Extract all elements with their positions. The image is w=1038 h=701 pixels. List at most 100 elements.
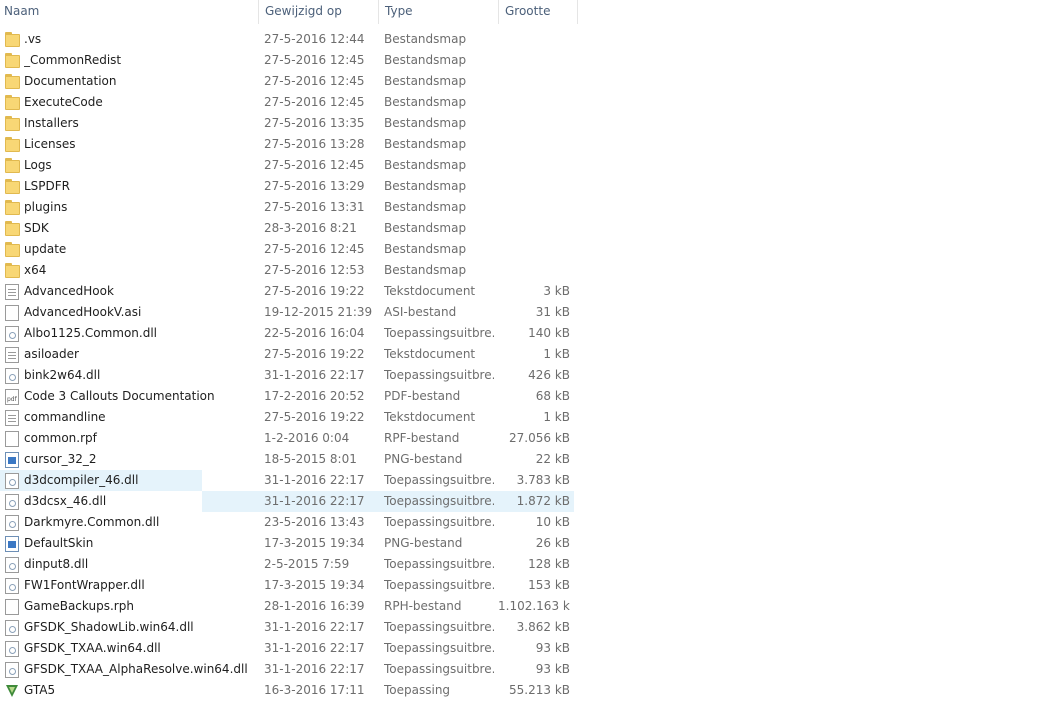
file-date-modified: 23-5-2016 13:43	[264, 515, 365, 529]
file-date-modified: 22-5-2016 16:04	[264, 326, 365, 340]
file-name: commandline	[24, 410, 106, 424]
file-name: GFSDK_TXAA_AlphaResolve.win64.dll	[24, 662, 248, 676]
file-row[interactable]: Code 3 Callouts Documentation 17-2-2016 2…	[0, 386, 1038, 407]
file-row[interactable]: cursor_32_2 18-5-2015 8:01 PNG-bestand 22 k…	[0, 449, 1038, 470]
file-row[interactable]: LSPDFR 27-5-2016 13:29 Bestandsmap	[0, 176, 1038, 197]
file-row[interactable]: commandline 27-5-2016 19:22 Tekstdocument 1…	[0, 407, 1038, 428]
file-icon-cell	[5, 176, 21, 197]
file-row[interactable]: x64 27-5-2016 12:53 Bestandsmap	[0, 260, 1038, 281]
file-row[interactable]: Darkmyre.Common.dll 23-5-2016 13:43 Toepas…	[0, 512, 1038, 533]
file-date-modified: 27-5-2016 13:35	[264, 116, 365, 130]
file-row[interactable]: GameBackups.rph 28-1-2016 16:39 RPH-bestan…	[0, 596, 1038, 617]
file-date-modified: 31-1-2016 22:17	[264, 494, 365, 508]
file-date-modified: 31-1-2016 22:17	[264, 473, 365, 487]
file-size: 55.213 kB	[509, 683, 570, 697]
file-name: common.rpf	[24, 431, 97, 445]
file-row[interactable]: bink2w64.dll 31-1-2016 22:17 Toepassingsui…	[0, 365, 1038, 386]
file-row[interactable]: asiloader 27-5-2016 19:22 Tekstdocument 1 k…	[0, 344, 1038, 365]
file-size	[498, 113, 570, 134]
file-type: Toepassingsuitbre...	[384, 578, 494, 592]
image-file-icon	[5, 536, 19, 552]
file-date-modified: 27-5-2016 12:45	[264, 53, 365, 67]
folder-icon	[5, 263, 20, 278]
file-row[interactable]: AdvancedHook 27-5-2016 19:22 Tekstdocument…	[0, 281, 1038, 302]
file-name: cursor_32_2	[24, 452, 97, 466]
file-type: Toepassingsuitbre...	[384, 557, 494, 571]
file-name: d3dcompiler_46.dll	[24, 473, 139, 487]
file-icon-cell	[5, 659, 21, 680]
file-row[interactable]: common.rpf 1-2-2016 0:04 RPF-bestand 27.056…	[0, 428, 1038, 449]
file-date-modified: 2-5-2015 7:59	[264, 557, 350, 571]
file-type: Bestandsmap	[384, 95, 467, 109]
file-icon	[5, 305, 19, 321]
file-row[interactable]: plugins 27-5-2016 13:31 Bestandsmap	[0, 197, 1038, 218]
folder-icon	[5, 53, 20, 68]
file-name: GameBackups.rph	[24, 599, 134, 613]
file-row[interactable]: Installers 27-5-2016 13:35 Bestandsmap	[0, 113, 1038, 134]
file-name: GFSDK_ShadowLib.win64.dll	[24, 620, 194, 634]
file-name: Darkmyre.Common.dll	[24, 515, 160, 529]
file-name: asiloader	[24, 347, 79, 361]
column-header-date[interactable]: Gewijzigd op	[258, 0, 378, 24]
file-row[interactable]: GFSDK_TXAA_AlphaResolve.win64.dll 31-1-20…	[0, 659, 1038, 680]
file-icon-cell	[5, 239, 21, 260]
file-row[interactable]: d3dcompiler_46.dll 31-1-2016 22:17 Toepass…	[0, 470, 1038, 491]
file-row[interactable]: GFSDK_TXAA.win64.dll 31-1-2016 22:17 Toepa…	[0, 638, 1038, 659]
folder-icon	[5, 200, 20, 215]
file-row[interactable]: FW1FontWrapper.dll 17-3-2015 19:34 Toepass…	[0, 575, 1038, 596]
file-row[interactable]: Documentation 27-5-2016 12:45 Bestandsmap	[0, 71, 1038, 92]
file-size: 426 kB	[528, 368, 570, 382]
file-row[interactable]: _CommonRedist 27-5-2016 12:45 Bestandsmap	[0, 50, 1038, 71]
file-name: GFSDK_TXAA.win64.dll	[24, 641, 161, 655]
file-name: SDK	[24, 221, 49, 235]
file-size: 68 kB	[535, 389, 570, 403]
file-type: Bestandsmap	[384, 137, 467, 151]
file-type: Toepassingsuitbre...	[384, 494, 494, 508]
file-date-modified: 27-5-2016 19:22	[264, 410, 365, 424]
file-row[interactable]: SDK 28-3-2016 8:21 Bestandsmap	[0, 218, 1038, 239]
file-row[interactable]: d3dcsx_46.dll 31-1-2016 22:17 Toepassingsu…	[0, 491, 1038, 512]
file-icon-cell	[5, 491, 21, 512]
file-icon-cell	[5, 449, 21, 470]
file-row[interactable]: GFSDK_ShadowLib.win64.dll 31-1-2016 22:17…	[0, 617, 1038, 638]
file-size	[498, 176, 570, 197]
column-header-size[interactable]: Grootte	[498, 0, 578, 24]
file-icon-cell	[5, 365, 21, 386]
file-row[interactable]: Albo1125.Common.dll 22-5-2016 16:04 Toepas…	[0, 323, 1038, 344]
file-type: Bestandsmap	[384, 158, 467, 172]
file-icon-cell	[5, 638, 21, 659]
file-row[interactable]: GTA5 16-3-2016 17:11 Toepassing 55.213 kB	[0, 680, 1038, 701]
file-size: 10 kB	[535, 515, 570, 529]
file-icon-cell	[5, 134, 21, 155]
file-name: Installers	[24, 116, 79, 130]
file-row[interactable]: AdvancedHookV.asi 19-12-2015 21:39 ASI-bes…	[0, 302, 1038, 323]
dll-file-icon	[5, 368, 19, 384]
dll-file-icon	[5, 326, 19, 342]
file-icon-cell	[5, 323, 21, 344]
file-type: Toepassing	[384, 683, 451, 697]
gta-app-icon	[5, 684, 19, 698]
column-header-name[interactable]: Naam ^	[0, 0, 258, 24]
file-name: d3dcsx_46.dll	[24, 494, 107, 508]
file-date-modified: 27-5-2016 12:53	[264, 263, 365, 277]
file-name: Licenses	[24, 137, 76, 151]
folder-icon	[5, 137, 20, 152]
file-type: Toepassingsuitbre...	[384, 641, 494, 655]
file-name: LSPDFR	[24, 179, 71, 193]
file-size: 22 kB	[535, 452, 570, 466]
file-row[interactable]: Licenses 27-5-2016 13:28 Bestandsmap	[0, 134, 1038, 155]
file-row[interactable]: .vs 27-5-2016 12:44 Bestandsmap	[0, 29, 1038, 50]
file-row[interactable]: ExecuteCode 27-5-2016 12:45 Bestandsmap	[0, 92, 1038, 113]
file-row[interactable]: DefaultSkin 17-3-2015 19:34 PNG-bestand 26 …	[0, 533, 1038, 554]
file-date-modified: 31-1-2016 22:17	[264, 662, 365, 676]
file-type: Bestandsmap	[384, 32, 467, 46]
file-row[interactable]: dinput8.dll 2-5-2015 7:59 Toepassingsuitbr…	[0, 554, 1038, 575]
file-row[interactable]: update 27-5-2016 12:45 Bestandsmap	[0, 239, 1038, 260]
file-name: Logs	[24, 158, 52, 172]
file-row[interactable]: Logs 27-5-2016 12:45 Bestandsmap	[0, 155, 1038, 176]
file-type: PNG-bestand	[384, 452, 463, 466]
file-size: 3 kB	[543, 284, 570, 298]
file-icon-cell	[5, 92, 21, 113]
file-type: Bestandsmap	[384, 179, 467, 193]
column-header-type[interactable]: Type	[378, 0, 498, 24]
